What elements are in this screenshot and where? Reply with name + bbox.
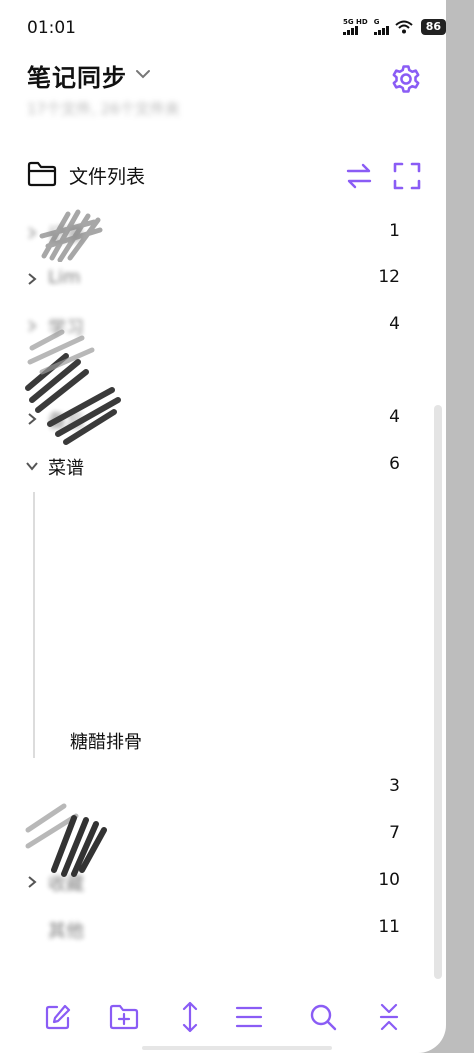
redaction-scribble [25, 329, 121, 445]
new-folder-button[interactable] [107, 1000, 141, 1034]
cellular-signal-2-icon: G [373, 18, 389, 35]
battery-indicator: 86 [420, 18, 446, 35]
menu-icon [235, 1006, 263, 1028]
home-indicator[interactable] [142, 1046, 332, 1050]
folder-row[interactable]: Lim 12 [20, 259, 410, 299]
chevron-down-icon[interactable] [135, 68, 151, 80]
new-folder-icon [109, 1004, 139, 1030]
folder-count: 10 [378, 870, 400, 890]
collapse-icon [379, 1003, 399, 1031]
folder-name: 其他 [48, 921, 84, 942]
cellular-signal-icon: 5G HD [342, 18, 368, 35]
folder-icon [27, 161, 57, 187]
collapse-all-button[interactable] [372, 1000, 406, 1034]
app-panel: 01:01 5G HD G 86 笔记同步 17个文件, 26个文件夹 文件列表… [0, 0, 446, 1053]
file-list-title: 文件列表 [69, 166, 146, 188]
status-bar: 01:01 5G HD G 86 [0, 0, 446, 56]
sort-button[interactable] [173, 1000, 207, 1034]
scrollbar[interactable] [434, 405, 442, 979]
expand-icon [393, 162, 421, 190]
sort-icon [182, 1001, 198, 1033]
status-indicators: 5G HD G 86 [342, 18, 446, 35]
chevron-right-icon [28, 273, 37, 285]
folder-count: 7 [389, 823, 400, 843]
folder-count: 12 [378, 267, 400, 287]
status-time: 01:01 [27, 18, 76, 38]
folder-count: 3 [389, 776, 400, 796]
app-header[interactable]: 笔记同步 [27, 58, 150, 93]
vault-title[interactable]: 笔记同步 [27, 64, 127, 92]
folder-count: 6 [389, 454, 400, 474]
chevron-down-icon [26, 462, 38, 471]
tree-indent-line [33, 492, 35, 758]
folder-name: 菜谱 [48, 458, 84, 479]
folder-row[interactable]: 其他 11 [20, 909, 410, 949]
note-item[interactable]: 糖醋排骨 [70, 728, 370, 758]
folder-count: 11 [378, 917, 400, 937]
folder-count: 4 [389, 407, 400, 427]
settings-button[interactable] [389, 62, 423, 96]
folder-name: Lim [48, 267, 81, 288]
redaction-scribble [25, 803, 107, 877]
fullscreen-button[interactable] [391, 160, 423, 192]
swap-button[interactable] [343, 160, 375, 192]
folder-count: 4 [389, 314, 400, 334]
folder-row-expanded[interactable]: 菜谱 6 [20, 446, 410, 486]
search-icon [310, 1004, 337, 1031]
file-list-header: 文件列表 [27, 158, 427, 192]
folder-count: 1 [389, 221, 400, 241]
note-name: 糖醋排骨 [70, 732, 142, 753]
new-note-button[interactable] [41, 1000, 75, 1034]
settings-icon [392, 65, 420, 93]
menu-button[interactable] [232, 1000, 266, 1034]
bottom-toolbar [0, 996, 446, 1042]
redaction-scribble [39, 209, 103, 262]
wifi-icon [395, 20, 413, 33]
swap-icon [346, 163, 372, 189]
chevron-right-icon [28, 227, 37, 239]
search-button[interactable] [306, 1000, 340, 1034]
new-note-icon [45, 1004, 71, 1030]
vault-summary: 17个文件, 26个文件夹 [27, 100, 180, 118]
